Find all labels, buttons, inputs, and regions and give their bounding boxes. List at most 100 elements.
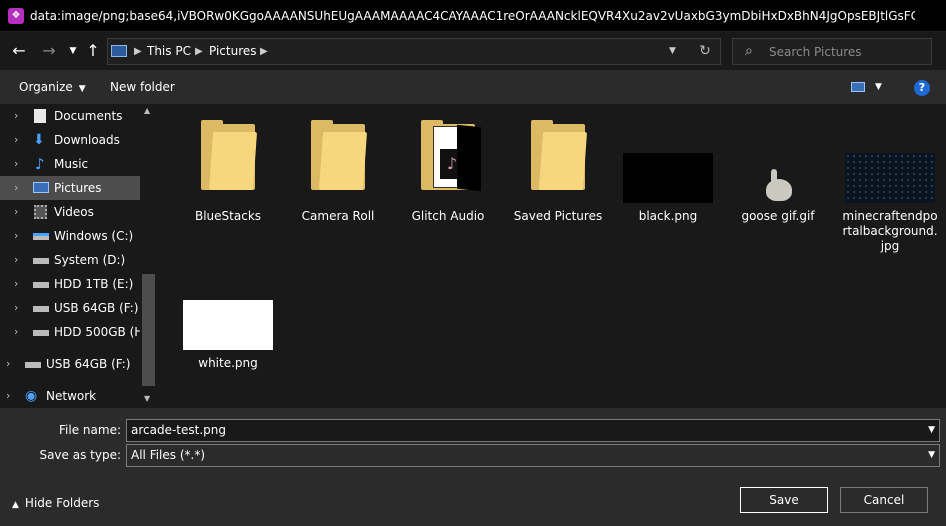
expand-chevron-icon[interactable]: › (6, 352, 10, 376)
file-item-glitch-audio[interactable]: ♪ Glitch Audio (394, 120, 502, 224)
sidebar-item-label: Downloads (54, 133, 120, 147)
chevron-down-icon[interactable]: ▼ (928, 445, 935, 466)
folder-icon (311, 120, 368, 190)
file-item-bluestacks[interactable]: BlueStacks (174, 120, 282, 224)
sidebar-item-pictures[interactable]: › Pictures (0, 176, 140, 200)
refresh-icon[interactable]: ↻ (693, 39, 717, 64)
music-icon: ♪ (35, 155, 45, 173)
pictures-icon (33, 182, 49, 193)
hide-folders-label: Hide Folders (24, 496, 100, 510)
documents-icon (34, 109, 46, 123)
expand-chevron-icon[interactable]: › (14, 152, 18, 176)
image-thumbnail (623, 153, 713, 203)
help-icon[interactable]: ? (914, 80, 930, 96)
file-name: black.png (638, 209, 698, 223)
navigation-scrollbar[interactable]: ▲ ▼ (140, 104, 158, 408)
save-as-type-value: All Files (*.*) (131, 448, 206, 462)
folder-icon (201, 120, 258, 190)
drive-icon (33, 282, 49, 288)
file-item-minecraft-end-portal[interactable]: minecraftendportalbackground.jpg (834, 153, 946, 254)
address-history-chevron-icon[interactable]: ▼ (669, 39, 676, 64)
sidebar-item-windows-c[interactable]: › Windows (C:) (0, 224, 140, 248)
hide-folders-button[interactable]: ▲ Hide Folders (12, 494, 99, 512)
file-item-black-png[interactable]: black.png (614, 153, 722, 224)
expand-chevron-icon[interactable]: › (14, 224, 18, 248)
file-item-saved-pictures[interactable]: Saved Pictures (504, 120, 612, 224)
file-name: BlueStacks (194, 209, 262, 223)
sidebar-item-label: System (D:) (54, 253, 126, 267)
drive-icon (25, 362, 41, 368)
file-item-white-png[interactable]: white.png (174, 300, 282, 371)
image-thumbnail (845, 153, 935, 203)
sidebar-item-downloads[interactable]: › ⬇ Downloads (0, 128, 140, 152)
breadcrumb-separator-icon[interactable]: ▶ (195, 39, 203, 64)
drive-icon (33, 233, 49, 240)
back-arrow-icon[interactable]: ← (8, 40, 30, 62)
title-bar: ❖ data:image/png;base64,iVBORw0KGgoAAAAN… (0, 0, 946, 32)
chevron-up-icon: ▲ (12, 500, 19, 510)
up-arrow-icon[interactable]: ↑ (82, 40, 104, 62)
expand-chevron-icon[interactable]: › (14, 104, 18, 128)
sidebar-item-label: Network (46, 389, 97, 403)
sidebar-item-documents[interactable]: › Documents (0, 104, 140, 128)
image-thumbnail (733, 153, 823, 203)
sidebar-item-label: HDD 1TB (E:) (54, 277, 134, 291)
expand-chevron-icon[interactable]: › (14, 272, 18, 296)
expand-chevron-icon[interactable]: › (14, 176, 18, 200)
navigation-bar: ← → ▼ ↑ ▶ This PC ▶ Pictures ▶ ▼ ↻ ⌕ (0, 32, 946, 70)
drive-icon (33, 258, 49, 264)
breadcrumb-separator-icon[interactable]: ▶ (260, 39, 268, 64)
sidebar-item-system-d[interactable]: › System (D:) (0, 248, 140, 272)
breadcrumb-separator-icon[interactable]: ▶ (134, 39, 142, 64)
change-view-icon[interactable] (851, 82, 865, 92)
this-pc-icon (111, 45, 127, 57)
sidebar-item-usb-64gb-f-root[interactable]: › USB 64GB (F:) (0, 352, 140, 376)
file-name-input[interactable]: arcade-test.png ▼ (126, 419, 940, 442)
sidebar-item-usb-64gb-f[interactable]: › USB 64GB (F:) (0, 296, 140, 320)
cancel-button[interactable]: Cancel (840, 487, 928, 513)
expand-chevron-icon[interactable]: › (14, 296, 18, 320)
image-thumbnail (183, 300, 273, 350)
chevron-down-icon[interactable]: ▼ (928, 420, 935, 441)
file-item-goose-gif[interactable]: goose gif.gif (724, 153, 832, 224)
recent-locations-chevron-icon[interactable]: ▼ (62, 40, 84, 62)
expand-chevron-icon[interactable]: › (14, 200, 18, 224)
scroll-up-icon[interactable]: ▲ (144, 106, 150, 115)
expand-chevron-icon[interactable]: › (14, 128, 18, 152)
file-item-camera-roll[interactable]: Camera Roll (284, 120, 392, 224)
expand-chevron-icon[interactable]: › (14, 248, 18, 272)
save-as-type-select[interactable]: All Files (*.*) ▼ (126, 444, 940, 467)
expand-chevron-icon[interactable]: › (6, 384, 10, 408)
chevron-down-icon: ▼ (78, 84, 86, 94)
search-input[interactable] (769, 42, 927, 61)
sidebar-item-network[interactable]: › ◉ Network (0, 384, 140, 408)
sidebar-item-label: Windows (C:) (54, 229, 134, 243)
breadcrumb-this-pc[interactable]: This PC (147, 39, 191, 64)
file-name: white.png (198, 356, 258, 370)
sidebar-item-hdd-500gb-h[interactable]: › HDD 500GB (H:) (0, 320, 152, 344)
breadcrumb-pictures[interactable]: Pictures (209, 39, 257, 64)
scrollbar-thumb[interactable] (142, 274, 155, 386)
file-list: BlueStacks Camera Roll ♪ Glitch Audio Sa… (158, 104, 946, 408)
file-name: Saved Pictures (513, 209, 603, 223)
forward-arrow-icon[interactable]: → (38, 40, 60, 62)
search-icon: ⌕ (745, 43, 753, 59)
sidebar-item-hdd-1tb-e[interactable]: › HDD 1TB (E:) (0, 272, 140, 296)
sidebar-item-videos[interactable]: › Videos (0, 200, 140, 224)
file-name: goose gif.gif (741, 209, 815, 223)
sidebar-item-music[interactable]: › ♪ Music (0, 152, 140, 176)
save-as-type-label: Save as type: (39, 448, 121, 462)
search-box[interactable]: ⌕ (732, 38, 932, 65)
videos-icon (34, 205, 47, 219)
sidebar-item-label: Documents (54, 109, 123, 123)
view-options-chevron-icon[interactable]: ▼ (875, 70, 882, 104)
file-name: Glitch Audio (411, 209, 485, 223)
drive-icon (33, 306, 49, 312)
address-bar[interactable]: ▶ This PC ▶ Pictures ▶ ▼ ↻ (107, 38, 721, 65)
scroll-down-icon[interactable]: ▼ (144, 394, 150, 403)
save-button[interactable]: Save (740, 487, 828, 513)
expand-chevron-icon[interactable]: › (14, 320, 18, 344)
organize-button[interactable]: Organize ▼ (19, 70, 86, 104)
save-panel: File name: arcade-test.png ▼ Save as typ… (0, 408, 946, 526)
new-folder-button[interactable]: New folder (110, 70, 175, 104)
